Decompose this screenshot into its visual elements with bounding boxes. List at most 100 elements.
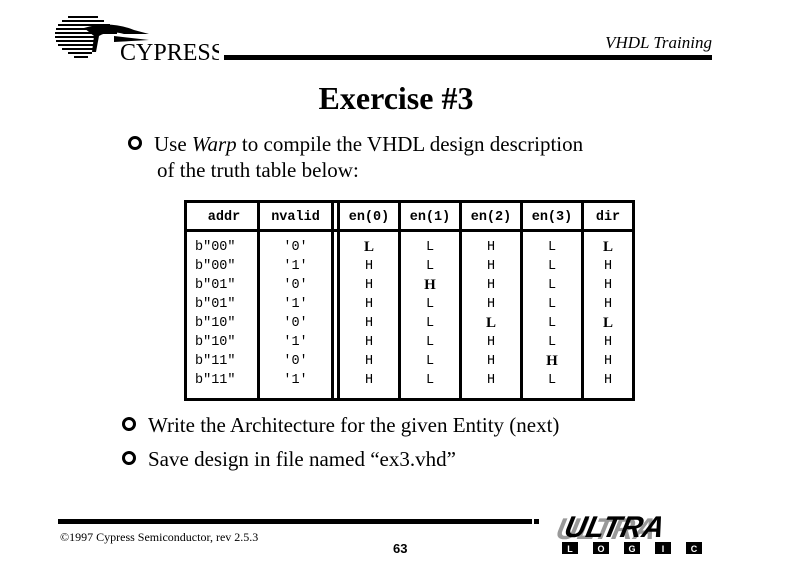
page-title: Exercise #3 bbox=[318, 80, 474, 116]
cypress-tree-icon: CYPRESS bbox=[55, 16, 224, 66]
cell-nvalid: '1' bbox=[258, 295, 334, 314]
cell-dir: L bbox=[582, 230, 635, 257]
cell-en0: H bbox=[338, 276, 401, 295]
page-number: 63 bbox=[393, 541, 408, 556]
cell-en1: L bbox=[399, 314, 462, 333]
cell-nvalid: '1' bbox=[258, 333, 334, 352]
bullet-text-pre: Use bbox=[154, 132, 192, 156]
cell-en0: H bbox=[338, 314, 401, 333]
cell-en2: H bbox=[460, 230, 523, 257]
cell-en3: L bbox=[521, 333, 584, 352]
header-en1: en(1) bbox=[399, 201, 462, 232]
cell-dir: H bbox=[582, 257, 635, 276]
cell-en0: H bbox=[338, 333, 401, 352]
cell-nvalid: '1' bbox=[258, 371, 334, 400]
header-en0: en(0) bbox=[338, 201, 401, 232]
cell-en1: L bbox=[399, 295, 462, 314]
ultralogic-logo: ULTRA ULTRA LOGIC bbox=[546, 511, 722, 555]
header-dir: dir bbox=[582, 201, 635, 232]
cell-dir: H bbox=[582, 333, 635, 352]
cell-addr: b"01" bbox=[184, 276, 260, 295]
footer-rule bbox=[58, 519, 532, 524]
cell-en3: L bbox=[521, 295, 584, 314]
bullet-text: Write the Architecture for the given Ent… bbox=[148, 413, 560, 437]
cell-en2: H bbox=[460, 333, 523, 352]
cell-en3: H bbox=[521, 352, 584, 371]
cell-dir: H bbox=[582, 352, 635, 371]
bullet-text-continuation: of the truth table below: bbox=[157, 158, 359, 182]
logic-letter: G bbox=[628, 544, 635, 554]
bullet-item: Use Warp to compile the VHDL design desc… bbox=[128, 131, 583, 157]
cell-addr: b"11" bbox=[184, 371, 260, 400]
bullet-item: Write the Architecture for the given Ent… bbox=[122, 412, 559, 438]
table-row: b"00" '0' L L H L L bbox=[184, 230, 635, 257]
copyright-text: ©1997 Cypress Semiconductor, rev 2.5.3 bbox=[60, 530, 259, 544]
cell-en2: L bbox=[460, 314, 523, 333]
cell-en2: H bbox=[460, 352, 523, 371]
cell-nvalid: '0' bbox=[258, 230, 334, 257]
cell-dir: H bbox=[582, 371, 635, 400]
cell-addr: b"10" bbox=[184, 314, 260, 333]
header-en3: en(3) bbox=[521, 201, 584, 232]
hollow-circle-bullet-icon bbox=[128, 136, 142, 150]
cell-en1: L bbox=[399, 371, 462, 400]
cell-en1: L bbox=[399, 230, 462, 257]
bullet-text-warp: Warp bbox=[191, 132, 237, 156]
cell-nvalid: '0' bbox=[258, 314, 334, 333]
logic-letter: I bbox=[662, 544, 665, 554]
cypress-logo: CYPRESS bbox=[54, 12, 224, 66]
cell-en0: L bbox=[338, 230, 401, 257]
footer-rule-end bbox=[534, 519, 539, 524]
table-row: b"01" '1' H L H L H bbox=[184, 295, 635, 314]
bullet-text-post: to compile the VHDL design description bbox=[236, 132, 584, 156]
cell-dir: H bbox=[582, 295, 635, 314]
cell-en3: L bbox=[521, 276, 584, 295]
cell-en0: H bbox=[338, 371, 401, 400]
cell-en3: L bbox=[521, 257, 584, 276]
cell-dir: H bbox=[582, 276, 635, 295]
cell-en2: H bbox=[460, 257, 523, 276]
cell-addr: b"00" bbox=[184, 257, 260, 276]
cell-addr: b"10" bbox=[184, 333, 260, 352]
cell-dir: L bbox=[582, 314, 635, 333]
cell-en0: H bbox=[338, 352, 401, 371]
hollow-circle-bullet-icon bbox=[122, 417, 136, 431]
logic-letter: O bbox=[597, 544, 604, 554]
table-row: b"00" '1' H L H L H bbox=[184, 257, 635, 276]
cell-en3: L bbox=[521, 371, 584, 400]
svg-text:CYPRESS: CYPRESS bbox=[120, 40, 219, 64]
table-row: b"10" '1' H L H L H bbox=[184, 333, 635, 352]
table-row: b"11" '1' H L H L H bbox=[184, 371, 635, 400]
ultra-logo-text: ULTRA bbox=[561, 513, 667, 544]
cell-nvalid: '0' bbox=[258, 352, 334, 371]
bullet-item: Save design in file named “ex3.vhd” bbox=[122, 446, 456, 472]
table-header-row: addr nvalid en(0) en(1) en(2) en(3) dir bbox=[184, 201, 635, 232]
cell-en1: L bbox=[399, 257, 462, 276]
cell-en3: L bbox=[521, 314, 584, 333]
cell-nvalid: '0' bbox=[258, 276, 334, 295]
table-row: b"10" '0' H L L L L bbox=[184, 314, 635, 333]
header-rule bbox=[224, 55, 712, 60]
bullet-text: Save design in file named “ex3.vhd” bbox=[148, 447, 456, 471]
logic-letter: C bbox=[691, 544, 698, 554]
cell-en0: H bbox=[338, 295, 401, 314]
cell-addr: b"11" bbox=[184, 352, 260, 371]
header-title: VHDL Training bbox=[605, 33, 712, 52]
header-addr: addr bbox=[184, 201, 260, 232]
cell-en3: L bbox=[521, 230, 584, 257]
cell-en1: L bbox=[399, 333, 462, 352]
cell-addr: b"00" bbox=[184, 230, 260, 257]
truth-table: addr nvalid en(0) en(1) en(2) en(3) dir … bbox=[184, 200, 635, 401]
logic-letter: L bbox=[567, 544, 573, 554]
cell-en2: H bbox=[460, 276, 523, 295]
cell-en2: H bbox=[460, 371, 523, 400]
header-nvalid: nvalid bbox=[258, 201, 334, 232]
table-row: b"01" '0' H H H L H bbox=[184, 276, 635, 295]
hollow-circle-bullet-icon bbox=[122, 451, 136, 465]
table-row: b"11" '0' H L H H H bbox=[184, 352, 635, 371]
cell-en1: H bbox=[399, 276, 462, 295]
cell-en2: H bbox=[460, 295, 523, 314]
cell-en1: L bbox=[399, 352, 462, 371]
cell-addr: b"01" bbox=[184, 295, 260, 314]
cell-nvalid: '1' bbox=[258, 257, 334, 276]
